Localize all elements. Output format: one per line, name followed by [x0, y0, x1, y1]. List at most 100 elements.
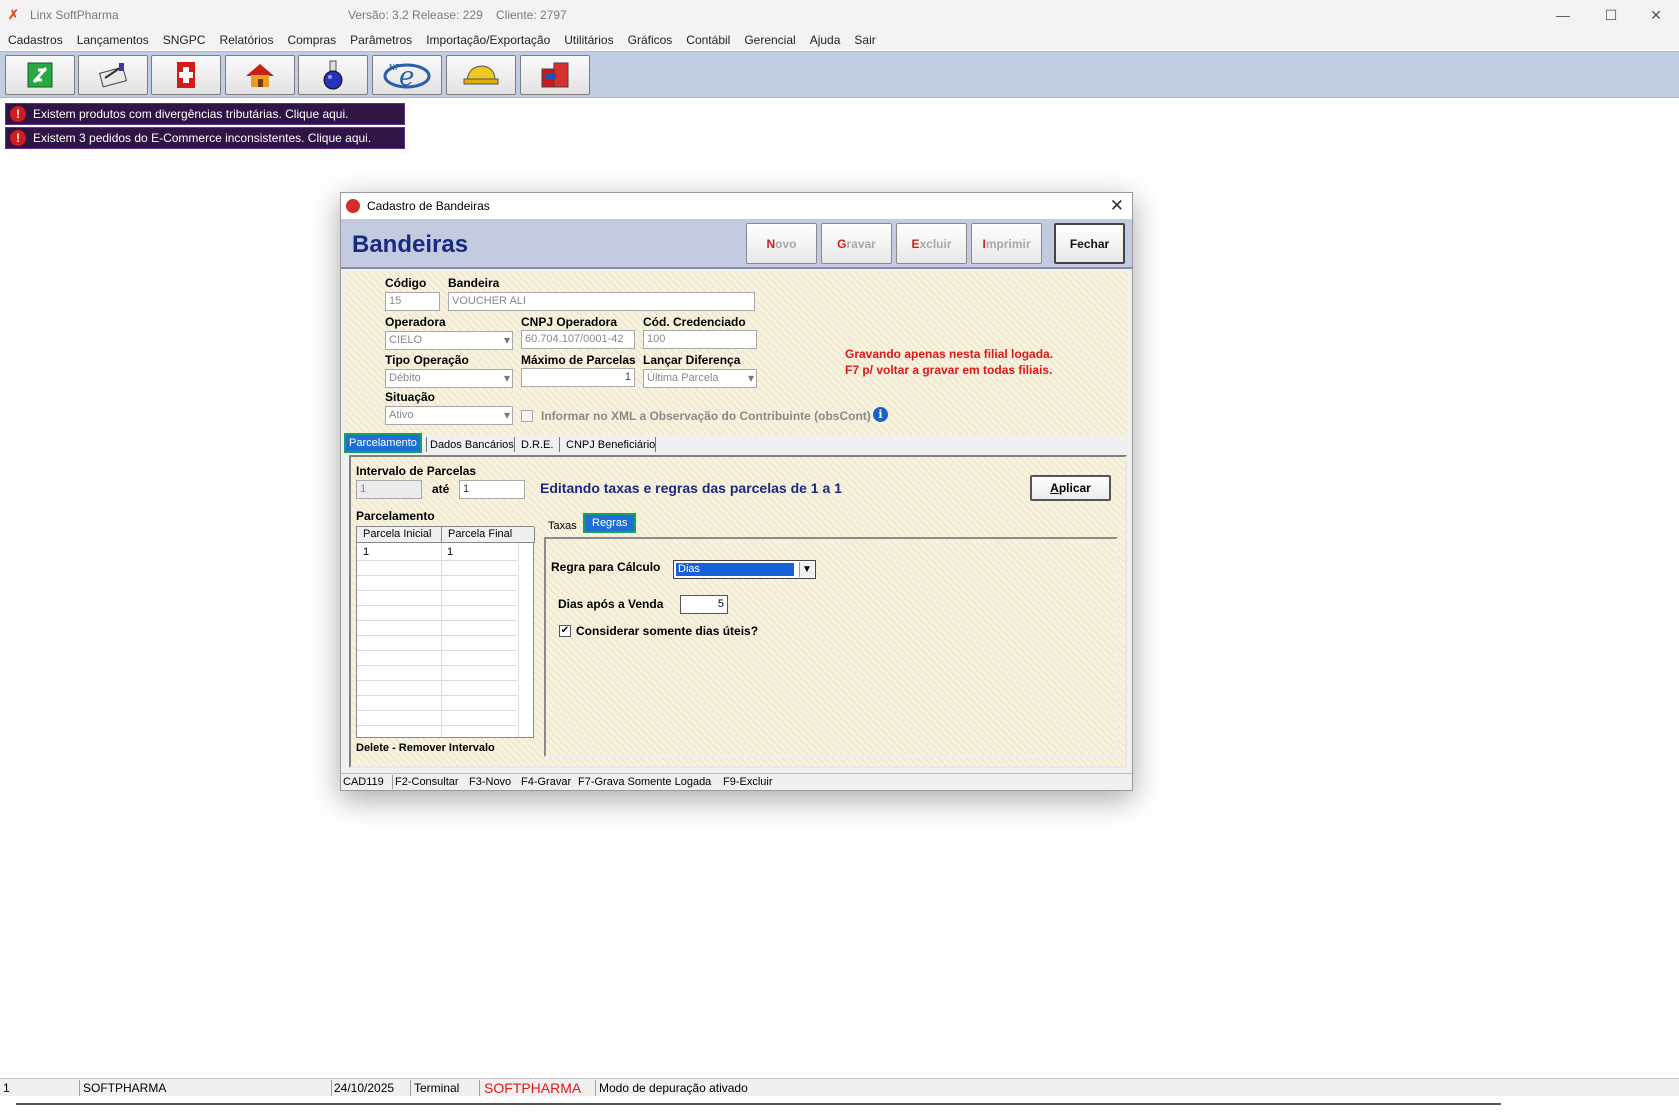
- tab-dre[interactable]: D.R.E.: [518, 437, 556, 453]
- toolbar-button-caixa[interactable]: [5, 55, 75, 95]
- menu-cadastros[interactable]: Cadastros: [8, 33, 63, 47]
- excluir-button[interactable]: Excluir: [896, 223, 967, 264]
- bandeira-field[interactable]: VOUCHER ALI: [448, 292, 755, 311]
- chevron-down-icon: ▼: [799, 562, 814, 577]
- shortcut-f9: F9-Excluir: [723, 776, 773, 788]
- alert-ecommerce[interactable]: ! Existem 3 pedidos do E-Commerce incons…: [5, 127, 405, 149]
- alert-divergencias[interactable]: ! Existem produtos com divergências trib…: [5, 103, 405, 125]
- menu-compras[interactable]: Compras: [287, 33, 336, 47]
- toolbar-button-farmacia[interactable]: [151, 55, 221, 95]
- menu-ajuda[interactable]: Ajuda: [810, 33, 841, 47]
- status-divider: [392, 775, 393, 789]
- imprimir-button[interactable]: Imprimir: [971, 223, 1042, 264]
- tipo-operacao-select[interactable]: Débito: [385, 369, 513, 388]
- dialog-header: Bandeiras Novo Gravar Excluir Imprimir F…: [341, 219, 1132, 269]
- lancar-diferenca-select[interactable]: Última Parcela: [643, 369, 757, 388]
- menu-importacao-exportacao[interactable]: Importação/Exportação: [426, 33, 550, 47]
- fechar-button[interactable]: Fechar: [1054, 223, 1125, 264]
- codigo-label: Código: [385, 276, 427, 290]
- dialog-close-icon[interactable]: ✕: [1110, 196, 1124, 216]
- close-icon[interactable]: ✕: [1633, 0, 1679, 30]
- minimize-icon[interactable]: —: [1540, 0, 1586, 30]
- status-number: 1: [3, 1081, 10, 1095]
- subtab-taxas[interactable]: Taxas: [545, 518, 580, 534]
- subtab-regras[interactable]: Regras: [582, 513, 637, 533]
- cnpj-field[interactable]: 60.704.107/0001-42: [521, 330, 635, 349]
- menu-gerencial[interactable]: Gerencial: [744, 33, 795, 47]
- grid-row-line: [357, 650, 517, 651]
- gravar-button[interactable]: Gravar: [821, 223, 892, 264]
- aplicar-button[interactable]: Aplicar: [1030, 475, 1111, 501]
- grid-header-parcela-final[interactable]: Parcela Final: [442, 527, 535, 543]
- hard-hat-icon: [463, 65, 499, 85]
- dias-uteis-label: Considerar somente dias úteis?: [576, 624, 759, 638]
- situacao-select[interactable]: Ativo: [385, 406, 513, 425]
- grid-column-line: [518, 543, 519, 737]
- tab-cnpj-beneficiario[interactable]: CNPJ Beneficiário: [563, 437, 658, 453]
- tab-separator: [559, 437, 560, 452]
- bandeira-label: Bandeira: [448, 276, 500, 290]
- alert-text: Existem produtos com divergências tribut…: [33, 107, 349, 121]
- menu-utilitarios[interactable]: Utilitários: [564, 33, 613, 47]
- status-divider: [595, 1080, 596, 1096]
- dias-uteis-checkbox[interactable]: ✔: [559, 625, 571, 637]
- operadora-select[interactable]: CIELO: [385, 331, 513, 350]
- shortcut-f3: F3-Novo: [469, 776, 512, 788]
- menu-parametros[interactable]: Parâmetros: [350, 33, 412, 47]
- shortcut-f2: F2-Consultar: [395, 776, 459, 788]
- situacao-label: Situação: [385, 390, 436, 404]
- dialog-status-bar: CAD119 F2-Consultar F3-Novo F4-Gravar F7…: [341, 773, 1132, 790]
- grid-header-parcela-inicial[interactable]: Parcela Inicial: [357, 527, 442, 543]
- codigo-field[interactable]: 15: [385, 292, 440, 311]
- exclamation-icon: !: [10, 106, 26, 122]
- regra-calculo-select[interactable]: Dias ▼: [673, 560, 816, 579]
- grid-row-line: [357, 725, 517, 726]
- info-icon[interactable]: i: [873, 407, 888, 422]
- tab-parcelamento[interactable]: Parcelamento: [344, 433, 422, 453]
- novo-button[interactable]: Novo: [746, 223, 817, 264]
- shortcut-f7: F7-Grava Somente Logada: [578, 776, 712, 788]
- app-logo-icon: ✗: [8, 7, 19, 22]
- intervalo-ate-field[interactable]: 1: [459, 480, 525, 499]
- ate-label: até: [432, 482, 450, 496]
- alert-text: Existem 3 pedidos do E-Commerce inconsis…: [33, 131, 372, 145]
- parcelamento-grid-label: Parcelamento: [356, 509, 435, 523]
- status-brand: SOFTPHARMA: [484, 1080, 582, 1096]
- toolbar-button-filial[interactable]: [225, 55, 295, 95]
- status-company: SOFTPHARMA: [83, 1081, 167, 1095]
- menu-graficos[interactable]: Gráficos: [628, 33, 673, 47]
- shortcut-f4: F4-Gravar: [521, 776, 572, 788]
- toolbar-button-nfe[interactable]: e NF: [372, 55, 442, 95]
- parcelamento-grid[interactable]: Parcela Inicial Parcela Final 1 1: [356, 526, 535, 738]
- regra-calculo-label: Regra para Cálculo: [551, 560, 661, 574]
- credenciado-label: Cód. Credenciado: [643, 315, 746, 329]
- toolbar-button-lancamentos[interactable]: [78, 55, 148, 95]
- menu-sair[interactable]: Sair: [854, 33, 875, 47]
- status-date: 24/10/2025: [334, 1081, 395, 1095]
- tab-dados-bancarios[interactable]: Dados Bancários: [427, 437, 517, 453]
- notepad-icon: [98, 63, 128, 88]
- status-divider: [79, 1080, 80, 1096]
- menu-relatorios[interactable]: Relatórios: [219, 33, 273, 47]
- app-dialog-icon: [346, 199, 360, 213]
- page-title: Bandeiras: [352, 231, 469, 258]
- grid-cell[interactable]: 1: [363, 546, 369, 558]
- title-bar: ✗ Linx SoftPharma Versão: 3.2 Release: 2…: [0, 0, 1679, 30]
- grid-row-line: [357, 710, 517, 711]
- xml-obs-checkbox[interactable]: [521, 410, 533, 422]
- toolbar-button-manutencao[interactable]: [446, 55, 516, 95]
- grid-row-line: [357, 680, 517, 681]
- max-parcelas-field[interactable]: 1: [521, 368, 635, 387]
- menu-lancamentos[interactable]: Lançamentos: [77, 33, 149, 47]
- delete-hint: Delete - Remover Intervalo: [356, 742, 495, 754]
- menu-contabil[interactable]: Contábil: [686, 33, 730, 47]
- dias-apos-venda-field[interactable]: 5: [680, 595, 728, 614]
- maximize-icon[interactable]: ☐: [1588, 0, 1634, 30]
- intervalo-de-field[interactable]: 1: [356, 480, 422, 499]
- exclamation-icon: !: [10, 130, 26, 146]
- toolbar-button-laboratorio[interactable]: [298, 55, 368, 95]
- toolbar-button-livros[interactable]: [520, 55, 590, 95]
- menu-sngpc[interactable]: SNGPC: [163, 33, 206, 47]
- grid-cell[interactable]: 1: [447, 546, 453, 558]
- credenciado-field[interactable]: 100: [643, 330, 757, 349]
